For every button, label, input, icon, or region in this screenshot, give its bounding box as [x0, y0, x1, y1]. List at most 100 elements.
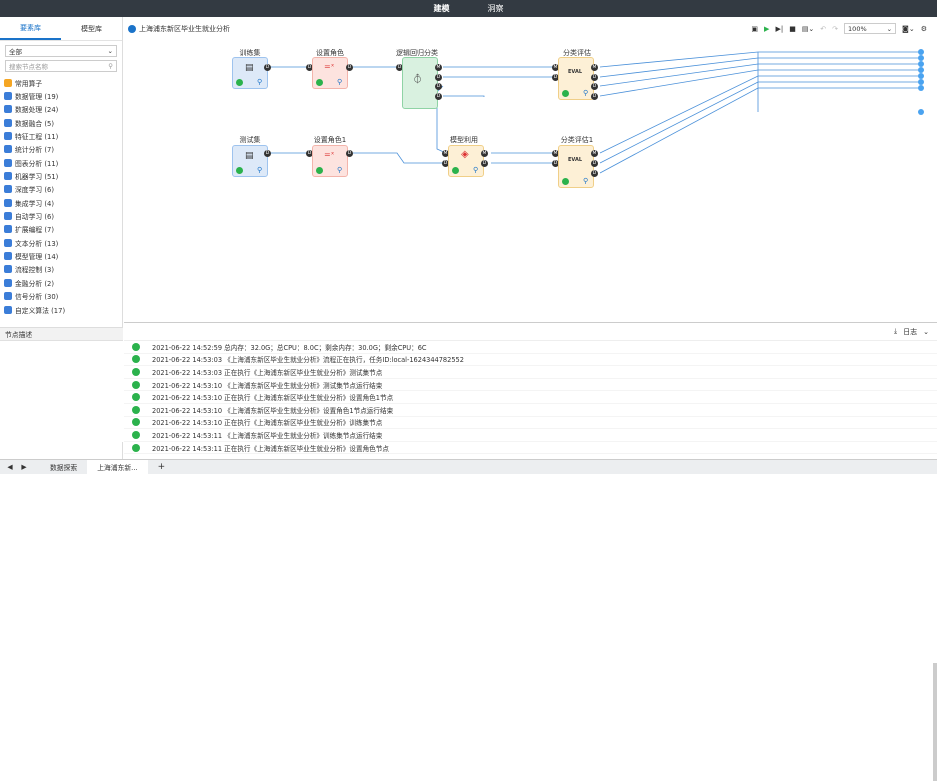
magnify-icon[interactable]: ⚲ [257, 79, 264, 86]
output-port[interactable]: D [435, 83, 442, 90]
node-search-input[interactable]: 搜索节点名称 ⚲ [5, 60, 117, 72]
output-port[interactable]: D [591, 160, 598, 167]
success-icon [132, 405, 140, 414]
output-endpoint[interactable] [918, 85, 924, 91]
output-port[interactable]: D [264, 64, 271, 71]
eval-icon: EVAL [568, 157, 583, 163]
success-icon [132, 380, 140, 389]
database-icon [4, 92, 12, 101]
category-item[interactable]: 常用算子 [0, 76, 122, 89]
category-label: 集成学习 (4) [15, 199, 54, 208]
node-class-eval-1[interactable]: EVAL ⚲ [558, 145, 594, 188]
node-set-role-1[interactable]: =ˣ ⚲ [312, 145, 348, 177]
magnify-icon[interactable]: ⚲ [257, 167, 264, 174]
node-class-eval[interactable]: EVAL ⚲ [558, 57, 594, 100]
output-port[interactable]: D [591, 93, 598, 100]
log-text: 2021-06-22 14:52:59 总内存：32.0G；总CPU：8.0C；… [152, 343, 427, 352]
magnify-icon[interactable]: ⚲ [337, 79, 344, 86]
category-item[interactable]: 自动学习 (6) [0, 209, 122, 222]
category-item[interactable]: 图表分析 (11) [0, 156, 122, 169]
category-item[interactable]: 数据融合 (5) [0, 116, 122, 129]
log-text: 2021-06-22 14:53:10 正在执行《上海浦东新区毕业生就业分析》设… [152, 394, 394, 403]
custom-icon [4, 305, 12, 314]
category-item[interactable]: 文本分析 (13) [0, 236, 122, 249]
add-tab-button[interactable]: + [148, 460, 176, 475]
magnify-icon[interactable]: ⚲ [473, 167, 480, 174]
tab-modeling[interactable]: 建模 [430, 3, 454, 14]
output-port[interactable]: M [481, 150, 488, 157]
category-label: 机器学习 (51) [15, 173, 59, 182]
node-logistic-regression[interactable]: ⦽ [402, 57, 438, 109]
output-endpoint[interactable] [918, 109, 924, 115]
magnify-icon[interactable]: ⚲ [583, 90, 590, 97]
tab-insight[interactable]: 洞察 [484, 3, 508, 14]
magnify-icon[interactable]: ⚲ [337, 167, 344, 174]
output-port[interactable]: M [591, 64, 598, 71]
node-description-panel: 节点描述 [0, 327, 123, 442]
next-tab-icon[interactable]: ▶ [20, 463, 28, 471]
node-set-role[interactable]: =ˣ ⚲ [312, 57, 348, 89]
output-port[interactable]: D [591, 170, 598, 177]
success-icon [132, 355, 140, 364]
category-item[interactable]: 集成学习 (4) [0, 196, 122, 209]
search-icon: ⚲ [108, 62, 113, 70]
chevron-down-icon[interactable]: ⌄ [923, 328, 929, 336]
node-model-apply[interactable]: ◈ ⚲ [448, 145, 484, 177]
success-icon [132, 367, 140, 376]
category-item[interactable]: 特征工程 (11) [0, 129, 122, 142]
output-port[interactable]: M [591, 150, 598, 157]
output-port[interactable]: D [481, 160, 488, 167]
log-label: 日志 [903, 327, 918, 336]
category-label: 文本分析 (13) [15, 239, 59, 248]
tab-element-library[interactable]: 要素库 [0, 17, 61, 40]
category-item[interactable]: 模型管理 (14) [0, 249, 122, 262]
node-training-set[interactable]: ▤ ⚲ [232, 57, 268, 89]
output-port[interactable]: D [591, 74, 598, 81]
category-label: 信号分析 (30) [15, 293, 59, 302]
log-text: 2021-06-22 14:53:11 《上海浦东新区毕业生就业分析》训练集节点… [152, 431, 383, 440]
category-item[interactable]: 机器学习 (51) [0, 169, 122, 182]
flow-icon [4, 265, 12, 274]
output-port[interactable]: D [264, 150, 271, 157]
tab-data-explore[interactable]: 数据探索 [40, 460, 87, 475]
model-apply-icon: ◈ [461, 149, 469, 160]
output-port[interactable]: D [346, 150, 353, 157]
tab-model-library[interactable]: 模型库 [61, 17, 122, 40]
finance-icon [4, 278, 12, 287]
category-item[interactable]: 流程控制 (3) [0, 263, 122, 276]
category-label: 数据融合 (5) [15, 119, 54, 128]
bottom-tabbar: ◀ ▶ 数据探索 上海浦东新... + [0, 459, 937, 475]
node-test-set[interactable]: ▤ ⚲ [232, 145, 268, 177]
success-icon [562, 90, 569, 97]
log-text: 2021-06-22 14:53:10 《上海浦东新区毕业生就业分析》测试集节点… [152, 381, 383, 390]
output-port[interactable]: D [591, 83, 598, 90]
category-item[interactable]: 扩展编程 (7) [0, 223, 122, 236]
category-filter-select[interactable]: 全部 ⌄ [5, 45, 117, 57]
download-icon[interactable]: ⤓ [894, 327, 897, 336]
workflow-canvas[interactable]: 上海浦东新区毕业生就业分析 ▣ ▶ ▶| ■ ▤⌄ ↶ ↷ 100% ⌄ ◙⌄ … [124, 22, 937, 320]
dataset-icon: ▤ [245, 151, 254, 161]
category-item[interactable]: 信号分析 (30) [0, 290, 122, 303]
category-item[interactable]: 统计分析 (7) [0, 143, 122, 156]
magnify-icon[interactable]: ⚲ [583, 178, 590, 185]
category-item[interactable]: 数据处理 (24) [0, 103, 122, 116]
node-description-title: 节点描述 [0, 328, 123, 341]
prev-tab-icon[interactable]: ◀ [6, 463, 14, 471]
log-line: 2021-06-22 14:53:10 正在执行《上海浦东新区毕业生就业分析》设… [124, 391, 937, 404]
output-port[interactable]: D [435, 93, 442, 100]
log-scrollbar[interactable] [933, 663, 937, 781]
chevron-down-icon: ⌄ [107, 47, 113, 55]
output-port[interactable]: D [346, 64, 353, 71]
category-label: 深度学习 (6) [15, 186, 54, 195]
category-item[interactable]: 数据管理 (19) [0, 89, 122, 102]
log-text: 2021-06-22 14:53:10 《上海浦东新区毕业生就业分析》设置角色1… [152, 406, 394, 415]
tab-current-workflow[interactable]: 上海浦东新... [87, 459, 148, 475]
category-item[interactable]: 自定义算法 (17) [0, 303, 122, 316]
auto-learning-icon [4, 212, 12, 221]
output-port[interactable]: M [435, 64, 442, 71]
output-port[interactable]: D [435, 74, 442, 81]
category-item[interactable]: 深度学习 (6) [0, 183, 122, 196]
category-item[interactable]: 金融分析 (2) [0, 276, 122, 289]
log-line: 2021-06-22 14:53:10 《上海浦东新区毕业生就业分析》测试集节点… [124, 379, 937, 392]
ensemble-icon [4, 198, 12, 207]
